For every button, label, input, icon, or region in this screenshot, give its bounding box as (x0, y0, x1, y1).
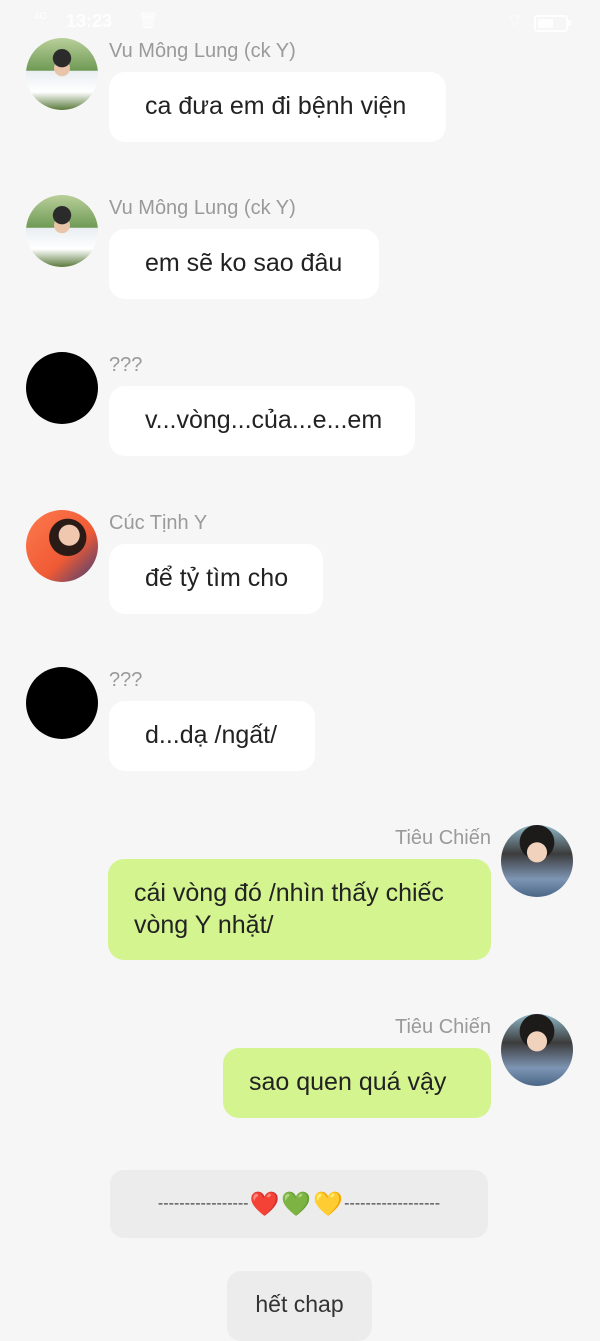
message-bubble[interactable]: em sẽ ko sao đâu (109, 229, 379, 299)
divider-dashes-right: ------------------ (344, 1195, 441, 1212)
chat-message: Vu Mông Lung (ck Y) ca đưa em đi bệnh vi… (0, 38, 600, 148)
chat-message: Tiêu Chiến cái vòng đó /nhìn thấy chiếc … (0, 825, 600, 965)
sender-name: Tiêu Chiến (395, 827, 491, 849)
end-of-chapter-label: hết chap (227, 1271, 372, 1341)
avatar[interactable] (26, 510, 98, 582)
sender-name: ??? (109, 669, 143, 691)
wifi-icon: ⌔ (506, 11, 523, 31)
sender-name: ??? (109, 354, 143, 376)
avatar[interactable] (501, 1014, 573, 1086)
message-bubble[interactable]: v...vòng...của...e...em (109, 386, 415, 456)
message-bubble[interactable]: sao quen quá vậy (223, 1048, 491, 1118)
trash-icon: 🗑 (138, 13, 159, 30)
sender-name: Vu Mông Lung (ck Y) (109, 40, 296, 62)
message-bubble[interactable]: cái vòng đó /nhìn thấy chiếc vòng Y nhặt… (108, 859, 491, 960)
red-heart-icon: ❤️ (249, 1190, 280, 1218)
avatar[interactable] (501, 825, 573, 897)
avatar[interactable] (26, 667, 98, 739)
network-indicator: 4G (34, 11, 48, 22)
green-heart-icon: 💚 (281, 1190, 312, 1218)
chat-message: Vu Mông Lung (ck Y) em sẽ ko sao đâu (0, 195, 600, 305)
message-bubble[interactable]: d...dạ /ngất/ (109, 701, 315, 771)
sender-name: Vu Mông Lung (ck Y) (109, 197, 296, 219)
battery-icon (534, 15, 571, 32)
avatar[interactable] (26, 195, 98, 267)
message-bubble[interactable]: để tỷ tìm cho (109, 544, 323, 614)
chat-message: Cúc Tịnh Y để tỷ tìm cho (0, 510, 600, 620)
avatar[interactable] (26, 38, 98, 110)
chat-message: ??? v...vòng...của...e...em (0, 352, 600, 462)
sender-name: Cúc Tịnh Y (109, 512, 208, 534)
status-time: 13:23 (66, 11, 113, 31)
chapter-divider: ----------------- ❤️ 💚 💛 ---------------… (110, 1170, 488, 1238)
chat-message: ??? d...dạ /ngất/ (0, 667, 600, 777)
avatar[interactable] (26, 352, 98, 424)
yellow-heart-icon: 💛 (313, 1190, 344, 1218)
sender-name: Tiêu Chiến (395, 1016, 491, 1038)
chat-message: Tiêu Chiến sao quen quá vậy (0, 1014, 600, 1124)
divider-dashes-left: ----------------- (157, 1195, 249, 1212)
message-bubble[interactable]: ca đưa em đi bệnh viện (109, 72, 446, 142)
